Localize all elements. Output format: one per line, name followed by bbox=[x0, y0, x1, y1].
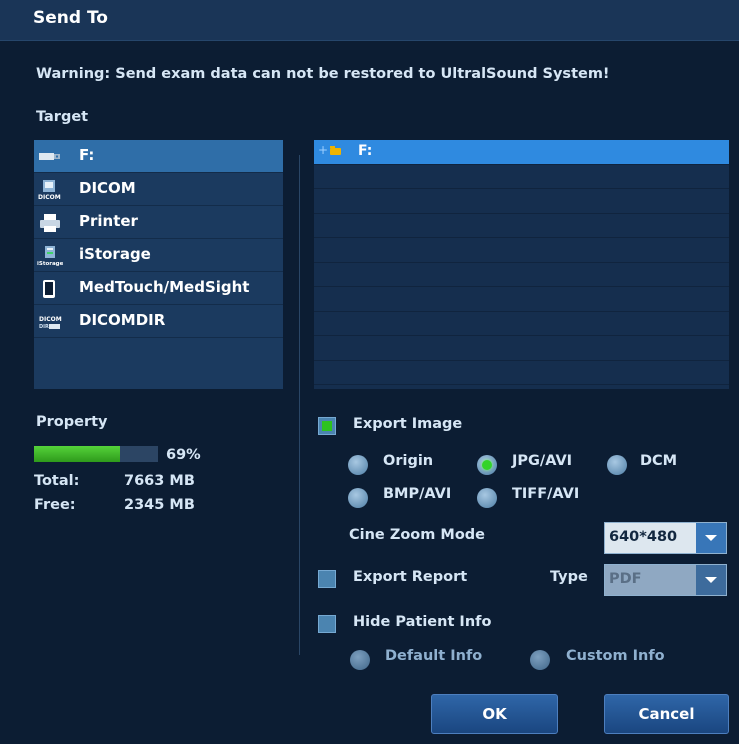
target-item-label: iStorage bbox=[79, 245, 151, 263]
format-origin-radio[interactable] bbox=[348, 455, 368, 475]
format-origin-label: Origin bbox=[383, 453, 434, 469]
tree-row-empty bbox=[314, 238, 729, 263]
target-item-label: Printer bbox=[79, 212, 138, 230]
panel-divider bbox=[299, 155, 300, 655]
target-item-f-drive[interactable]: F: bbox=[34, 140, 283, 173]
format-jpg-avi-radio[interactable] bbox=[477, 455, 497, 475]
custom-info-radio[interactable] bbox=[530, 650, 550, 670]
format-tiff-avi-radio[interactable] bbox=[477, 488, 497, 508]
tree-row-empty bbox=[314, 287, 729, 312]
usb-drive-icon bbox=[37, 146, 61, 168]
tree-item-label: F: bbox=[358, 143, 373, 159]
tree-row-empty bbox=[314, 189, 729, 214]
target-list: F: DICOM DICOM Printer iStorage iStorage… bbox=[34, 140, 283, 389]
chevron-down-icon[interactable] bbox=[696, 523, 726, 553]
cine-zoom-value: 640*480 bbox=[609, 529, 678, 545]
cancel-button[interactable]: Cancel bbox=[604, 694, 729, 734]
format-jpg-avi-label: JPG/AVI bbox=[512, 453, 573, 469]
svg-text:DICOM: DICOM bbox=[38, 194, 61, 201]
default-info-label: Default Info bbox=[385, 648, 483, 664]
istorage-icon: iStorage bbox=[37, 245, 64, 267]
tree-row-empty bbox=[314, 165, 729, 189]
svg-text:DIR: DIR bbox=[39, 324, 49, 330]
format-bmp-avi-radio[interactable] bbox=[348, 488, 368, 508]
default-info-radio[interactable] bbox=[350, 650, 370, 670]
report-type-value: PDF bbox=[609, 571, 642, 587]
tree-row-empty bbox=[314, 312, 729, 336]
report-type-label: Type bbox=[550, 569, 588, 585]
format-bmp-avi-label: BMP/AVI bbox=[383, 486, 452, 502]
window-title: Send To bbox=[33, 8, 108, 28]
target-item-label: MedTouch/MedSight bbox=[79, 278, 250, 296]
hide-patient-info-checkbox[interactable] bbox=[318, 615, 336, 633]
title-bar: Send To bbox=[0, 0, 739, 41]
warning-message: Warning: Send exam data can not be resto… bbox=[36, 66, 610, 82]
dicomdir-icon: DICOM DIR bbox=[37, 311, 62, 333]
chevron-down-icon[interactable] bbox=[696, 565, 726, 595]
total-label: Total: bbox=[34, 473, 80, 489]
cine-zoom-label: Cine Zoom Mode bbox=[349, 527, 486, 543]
svg-text:iStorage: iStorage bbox=[37, 261, 63, 267]
folder-tree: + F: bbox=[314, 140, 729, 389]
target-item-medtouch[interactable]: MedTouch/MedSight bbox=[34, 272, 283, 305]
target-label: Target bbox=[36, 109, 89, 125]
ok-button[interactable]: OK bbox=[431, 694, 558, 734]
tree-row-empty bbox=[314, 336, 729, 361]
storage-usage-percent: 69% bbox=[166, 447, 201, 463]
folder-icon bbox=[330, 146, 341, 155]
format-dcm-label: DCM bbox=[640, 453, 678, 469]
export-report-checkbox[interactable] bbox=[318, 570, 336, 588]
export-report-label: Export Report bbox=[353, 569, 468, 585]
mobile-device-icon bbox=[37, 278, 61, 300]
tree-item-f-drive[interactable]: + F: bbox=[314, 140, 729, 165]
tree-row-empty bbox=[314, 361, 729, 385]
target-item-label: F: bbox=[79, 146, 95, 164]
target-item-dicomdir[interactable]: DICOM DIR DICOMDIR bbox=[34, 305, 283, 338]
format-dcm-radio[interactable] bbox=[607, 455, 627, 475]
hide-patient-info-label: Hide Patient Info bbox=[353, 614, 492, 630]
total-value: 7663 MB bbox=[124, 473, 195, 489]
dicom-icon: DICOM bbox=[37, 179, 61, 201]
tree-row-empty bbox=[314, 263, 729, 287]
property-label: Property bbox=[36, 414, 108, 430]
custom-info-label: Custom Info bbox=[566, 648, 665, 664]
free-label: Free: bbox=[34, 497, 76, 513]
svg-text:DICOM: DICOM bbox=[39, 316, 62, 323]
target-item-istorage[interactable]: iStorage iStorage bbox=[34, 239, 283, 272]
export-image-label: Export Image bbox=[353, 416, 463, 432]
storage-usage-fill bbox=[34, 446, 120, 462]
free-value: 2345 MB bbox=[124, 497, 195, 513]
cine-zoom-select[interactable]: 640*480 bbox=[604, 522, 727, 554]
target-item-label: DICOM bbox=[79, 179, 136, 197]
target-item-label: DICOMDIR bbox=[79, 311, 166, 329]
export-image-checkbox[interactable] bbox=[318, 417, 336, 435]
tree-row-empty bbox=[314, 214, 729, 238]
target-item-printer[interactable]: Printer bbox=[34, 206, 283, 239]
storage-usage-bar bbox=[34, 446, 158, 462]
printer-icon bbox=[37, 212, 61, 234]
report-type-select[interactable]: PDF bbox=[604, 564, 727, 596]
expand-icon[interactable]: + bbox=[318, 143, 328, 157]
format-tiff-avi-label: TIFF/AVI bbox=[512, 486, 580, 502]
target-item-dicom[interactable]: DICOM DICOM bbox=[34, 173, 283, 206]
